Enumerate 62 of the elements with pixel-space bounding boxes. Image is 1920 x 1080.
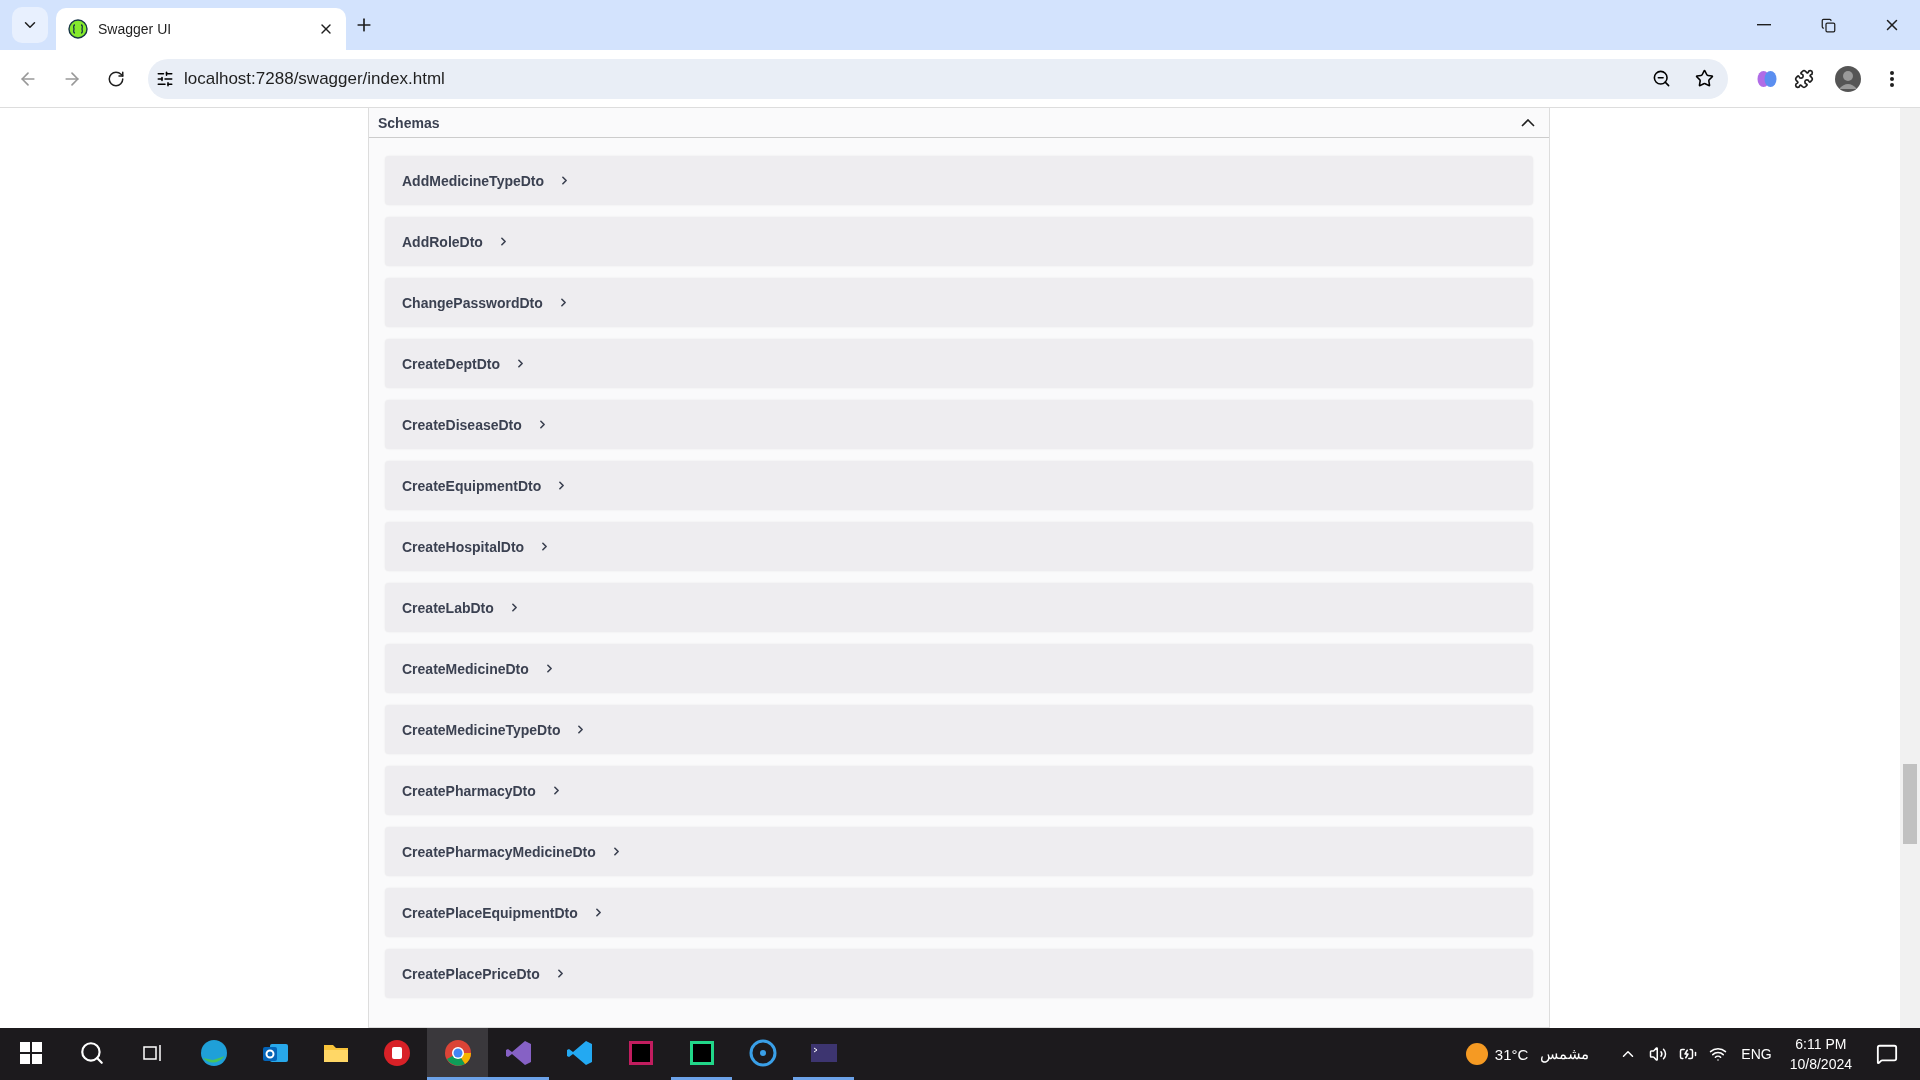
schema-item[interactable]: CreateDeptDto bbox=[385, 339, 1533, 388]
bookmark-star-icon[interactable] bbox=[1695, 69, 1714, 88]
schema-item[interactable]: CreatePharmacyMedicineDto bbox=[385, 827, 1533, 876]
schema-item[interactable]: CreateLabDto bbox=[385, 583, 1533, 632]
schema-name: CreatePharmacyMedicineDto bbox=[402, 843, 596, 860]
site-info-icon[interactable] bbox=[156, 69, 174, 88]
schema-name: CreateMedicineDto bbox=[402, 660, 529, 677]
schema-item[interactable]: CreatePlaceEquipmentDto bbox=[385, 888, 1533, 937]
tab-title: Swagger UI bbox=[98, 21, 173, 37]
zoom-out-icon[interactable] bbox=[1652, 69, 1671, 88]
schema-name: CreateDiseaseDto bbox=[402, 416, 522, 433]
schema-item[interactable]: CreateHospitalDto bbox=[385, 522, 1533, 571]
avatar-silhouette-icon bbox=[1835, 65, 1861, 92]
schema-item[interactable]: CreateMedicineDto bbox=[385, 644, 1533, 693]
more-icon bbox=[1890, 70, 1894, 87]
schema-item[interactable]: ChangePasswordDto bbox=[385, 278, 1533, 327]
volume-icon[interactable] bbox=[1649, 1045, 1668, 1063]
schema-item[interactable]: CreatePharmacyDto bbox=[385, 766, 1533, 815]
sun-icon bbox=[1464, 1042, 1489, 1066]
app-icon bbox=[381, 1037, 412, 1068]
notifications-icon[interactable] bbox=[1876, 1043, 1898, 1065]
schema-name: CreatePlacePriceDto bbox=[402, 965, 540, 982]
wifi-icon[interactable] bbox=[1709, 1045, 1728, 1063]
restore-icon bbox=[1820, 17, 1836, 33]
browser-tab[interactable]: Swagger UI bbox=[56, 8, 346, 50]
schema-name: CreateEquipmentDto bbox=[402, 477, 542, 494]
app-icon bbox=[747, 1037, 778, 1068]
clock-time: 6:11 PM bbox=[1795, 1036, 1847, 1052]
schema-name: CreateMedicineTypeDto bbox=[402, 721, 561, 738]
taskbar-app-button[interactable] bbox=[427, 1028, 488, 1080]
section-title: Schemas bbox=[378, 114, 440, 131]
minimize-icon bbox=[1757, 24, 1771, 26]
address-bar[interactable]: localhost:7288/swagger/index.html bbox=[148, 58, 1728, 99]
schema-name: ChangePasswordDto bbox=[402, 294, 543, 311]
schema-name: CreateHospitalDto bbox=[402, 538, 525, 555]
scrollbar[interactable] bbox=[1900, 108, 1920, 1028]
schema-name: CreateDeptDto bbox=[402, 355, 500, 372]
app-icon bbox=[442, 1037, 473, 1068]
schema-name: CreateLabDto bbox=[402, 599, 494, 616]
schema-name: AddRoleDto bbox=[402, 233, 483, 250]
schema-name: AddMedicineTypeDto bbox=[402, 172, 545, 189]
url-text: localhost:7288/swagger/index.html bbox=[184, 68, 446, 89]
schema-item[interactable]: CreateMedicineTypeDto bbox=[385, 705, 1533, 754]
weather-condition: مشمس bbox=[1539, 1045, 1591, 1063]
chevron-up-icon bbox=[1521, 118, 1535, 127]
clock[interactable]: 6:11 PM 10/8/2024 bbox=[1777, 1036, 1864, 1072]
reload-icon bbox=[107, 69, 125, 88]
schema-item[interactable]: CreateDiseaseDto bbox=[385, 400, 1533, 449]
schema-item[interactable]: AddRoleDto bbox=[385, 217, 1533, 266]
clock-date: 10/8/2024 bbox=[1789, 1056, 1852, 1072]
puzzle-icon bbox=[1794, 68, 1814, 89]
schema-name: CreatePharmacyDto bbox=[402, 782, 536, 799]
search-icon bbox=[78, 1039, 105, 1066]
schema-item[interactable]: CreatePlacePriceDto bbox=[385, 949, 1533, 998]
schema-name: CreatePlaceEquipmentDto bbox=[402, 904, 578, 921]
windows-logo-icon bbox=[19, 1041, 42, 1064]
weather-temperature: 31°C bbox=[1493, 1045, 1530, 1063]
swagger-logo-icon bbox=[68, 19, 88, 39]
language-indicator[interactable]: ENG bbox=[1735, 1046, 1778, 1062]
schema-item[interactable]: CreateEquipmentDto bbox=[385, 461, 1533, 510]
schema-item[interactable]: AddMedicineTypeDto bbox=[385, 156, 1533, 205]
app-icon bbox=[198, 1037, 229, 1068]
